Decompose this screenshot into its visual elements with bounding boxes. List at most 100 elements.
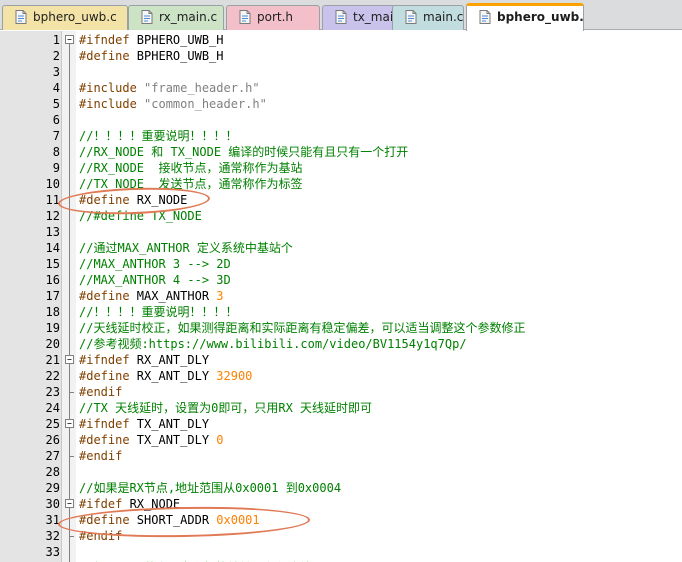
code-line[interactable]: 6 [0,112,682,128]
code-text[interactable]: //通过MAX_ANTHOR 定义系统中基站个 [79,240,293,256]
code-line[interactable]: 20 //参考视频:https://www.bilibili.com/video/… [0,336,682,352]
code-text[interactable]: #define MAX_ANTHOR 3 [79,288,224,304]
code-text[interactable]: //参考视频:https://www.bilibili.com/video/BV… [79,336,467,352]
code-text[interactable]: #ifndef RX_ANT_DLY [79,352,209,368]
code-line[interactable]: 12 //#define TX_NODE [0,208,682,224]
line-number: 8 [52,145,60,159]
code-text[interactable]: //RX_NODE 和 TX_NODE 编译的时候只能有且只有一个打开 [79,144,408,160]
code-text[interactable]: #define RX_NODE [79,192,187,208]
comment-token: //通过MAX_ANTHOR 定义系统中基站个 [79,241,293,255]
tab-main-c[interactable]: main.c [392,5,464,30]
code-line[interactable]: 31 #define SHORT_ADDR 0x0001 [0,512,682,528]
fold-line-icon [69,400,70,416]
comment-token: //天线延时校正，如果测得距离和实际距离有稳定偏差，可以适当调整这个参数修正 [79,321,526,335]
code-line[interactable]: 19 //天线延时校正，如果测得距离和实际距离有稳定偏差，可以适当调整这个参数修正 [0,320,682,336]
code-text[interactable]: //RX_NODE 接收节点，通常称作为基站 [79,160,302,176]
code-line[interactable]: 32 #endif [0,528,682,544]
code-text[interactable]: #ifdef RX_NODE [79,496,180,512]
code-line[interactable]: 30 #ifdef RX_NODE [0,496,682,512]
code-text[interactable]: //#define TX_NODE [79,208,202,224]
fold-toggle-icon[interactable] [64,32,75,48]
code-line[interactable]: 14 //通过MAX_ANTHOR 定义系统中基站个 [0,240,682,256]
code-text[interactable]: #include "frame_header.h" [79,80,260,96]
line-number: 19 [45,321,60,335]
code-line[interactable]: 28 [0,464,682,480]
preprocessor-token: #define [79,433,130,447]
code-text[interactable]: #define TX_ANT_DLY 0 [79,432,224,448]
code-text[interactable]: #ifndef TX_ANT_DLY [79,416,209,432]
comment-token: //TX_NODE 发送节点，通常称作为标签 [79,177,303,191]
code-editor[interactable]: 1 #ifndef BPHERO_UWB_H 2 #define BPHERO_UWB… [0,31,682,562]
fold-line-icon [69,320,70,336]
comment-token: //如果是RX节点,地址范围从0x0001 到0x0004 [79,481,342,495]
code-line[interactable]: 13 [0,224,682,240]
code-line[interactable]: 1 #ifndef BPHERO_UWB_H [0,32,682,48]
code-line[interactable]: 16 //MAX_ANTHOR 4 --> 3D [0,272,682,288]
tab-label: bphero_uwb.h* [497,10,584,24]
code-text[interactable]: //！！！！重要说明！！！！ [79,128,237,144]
line-number: 30 [45,497,60,511]
fold-end-icon [69,528,74,544]
code-text[interactable]: #ifndef BPHERO_UWB_H [79,32,224,48]
code-line[interactable]: 17 #define MAX_ANTHOR 3 [0,288,682,304]
line-number: 10 [45,177,60,191]
line-number: 6 [52,113,60,127]
code-line[interactable]: 11 #define RX_NODE [0,192,682,208]
code-line[interactable]: 15 //MAX_ANTHOR 3 --> 2D [0,256,682,272]
code-text[interactable]: //如果是RX节点,地址范围从0x0001 到0x0004 [79,480,341,496]
code-text[interactable]: //！！！！重要说明！！！！ [79,304,237,320]
code-text[interactable]: //天线延时校正，如果测得距离和实际距离有稳定偏差，可以适当调整这个参数修正 [79,320,525,336]
tab-bphero-uwb-c[interactable]: bphero_uwb.c [2,5,128,30]
fold-line-icon [69,368,70,384]
tab-label: rx_main.c [159,10,218,24]
code-line[interactable]: 27 #endif [0,448,682,464]
code-line[interactable]: 10 //TX_NODE 发送节点，通常称作为标签 [0,176,682,192]
code-line[interactable]: 22 #define RX_ANT_DLY 32900 [0,368,682,384]
c-file-icon [405,10,417,24]
comment-token: //MAX_ANTHOR 4 --> 3D [79,273,231,287]
code-text[interactable]: //MAX_ANTHOR 3 --> 2D [79,256,231,272]
c-file-icon [141,10,153,24]
code-line[interactable]: 4 #include "frame_header.h" [0,80,682,96]
code-text[interactable]: #endif [79,384,122,400]
code-line[interactable]: 18 //！！！！重要说明！！！！ [0,304,682,320]
fold-toggle-icon[interactable] [64,352,75,368]
code-line[interactable]: 26 #define TX_ANT_DLY 0 [0,432,682,448]
code-line[interactable]: 33 [0,544,682,560]
code-line[interactable]: 29 //如果是RX节点,地址范围从0x0001 到0x0004 [0,480,682,496]
code-text[interactable]: #define RX_ANT_DLY 32900 [79,368,252,384]
fold-toggle-icon[interactable] [64,496,75,512]
tab-bphero-uwb-h[interactable]: bphero_uwb.h* [466,3,584,31]
code-line[interactable]: 24 //TX 天线延时，设置为0即可，只用RX 天线延时即可 [0,400,682,416]
code-text[interactable]: //TX 天线延时，设置为0即可，只用RX 天线延时即可 [79,400,372,416]
fold-line-icon [69,304,70,320]
comment-token: //参考视频:https://www.bilibili.com/video/BV… [79,337,467,351]
code-line[interactable]: 8 //RX_NODE 和 TX_NODE 编译的时候只能有且只有一个打开 [0,144,682,160]
string-token: "common_header.h" [144,97,267,111]
code-line[interactable]: 21 #ifndef RX_ANT_DLY [0,352,682,368]
code-text[interactable]: #include "common_header.h" [79,96,267,112]
code-line[interactable]: 7 //！！！！重要说明！！！！ [0,128,682,144]
code-text[interactable]: //TX_NODE 发送节点，通常称作为标签 [79,176,302,192]
code-text[interactable]: #endif [79,448,122,464]
code-text[interactable]: #define BPHERO_UWB_H [79,48,224,64]
tab-port-h[interactable]: port.h [226,5,320,30]
fold-line-icon [69,432,70,448]
code-line[interactable]: 2 #define BPHERO_UWB_H [0,48,682,64]
tab-rx-main-c[interactable]: rx_main.c [128,5,224,30]
identifier-token: RX_NODE [122,497,181,511]
code-line[interactable]: 23 #endif [0,384,682,400]
code-line[interactable]: 9 //RX_NODE 接收节点，通常称作为基站 [0,160,682,176]
preprocessor-token: #endif [79,385,123,399]
header-file-icon [239,10,251,24]
code-text[interactable]: #define SHORT_ADDR 0x0001 [79,512,260,528]
comment-token: //！！！！重要说明！！！！ [79,305,238,319]
code-text[interactable]: //MAX_ANTHOR 4 --> 3D [79,272,231,288]
fold-toggle-icon[interactable] [64,416,75,432]
preprocessor-token: #endif [79,529,123,543]
code-line[interactable]: 3 [0,64,682,80]
code-line[interactable]: 5 #include "common_header.h" [0,96,682,112]
tab-label: port.h [257,10,294,24]
code-text[interactable]: #endif [79,528,122,544]
code-line[interactable]: 25 #ifndef TX_ANT_DLY [0,416,682,432]
